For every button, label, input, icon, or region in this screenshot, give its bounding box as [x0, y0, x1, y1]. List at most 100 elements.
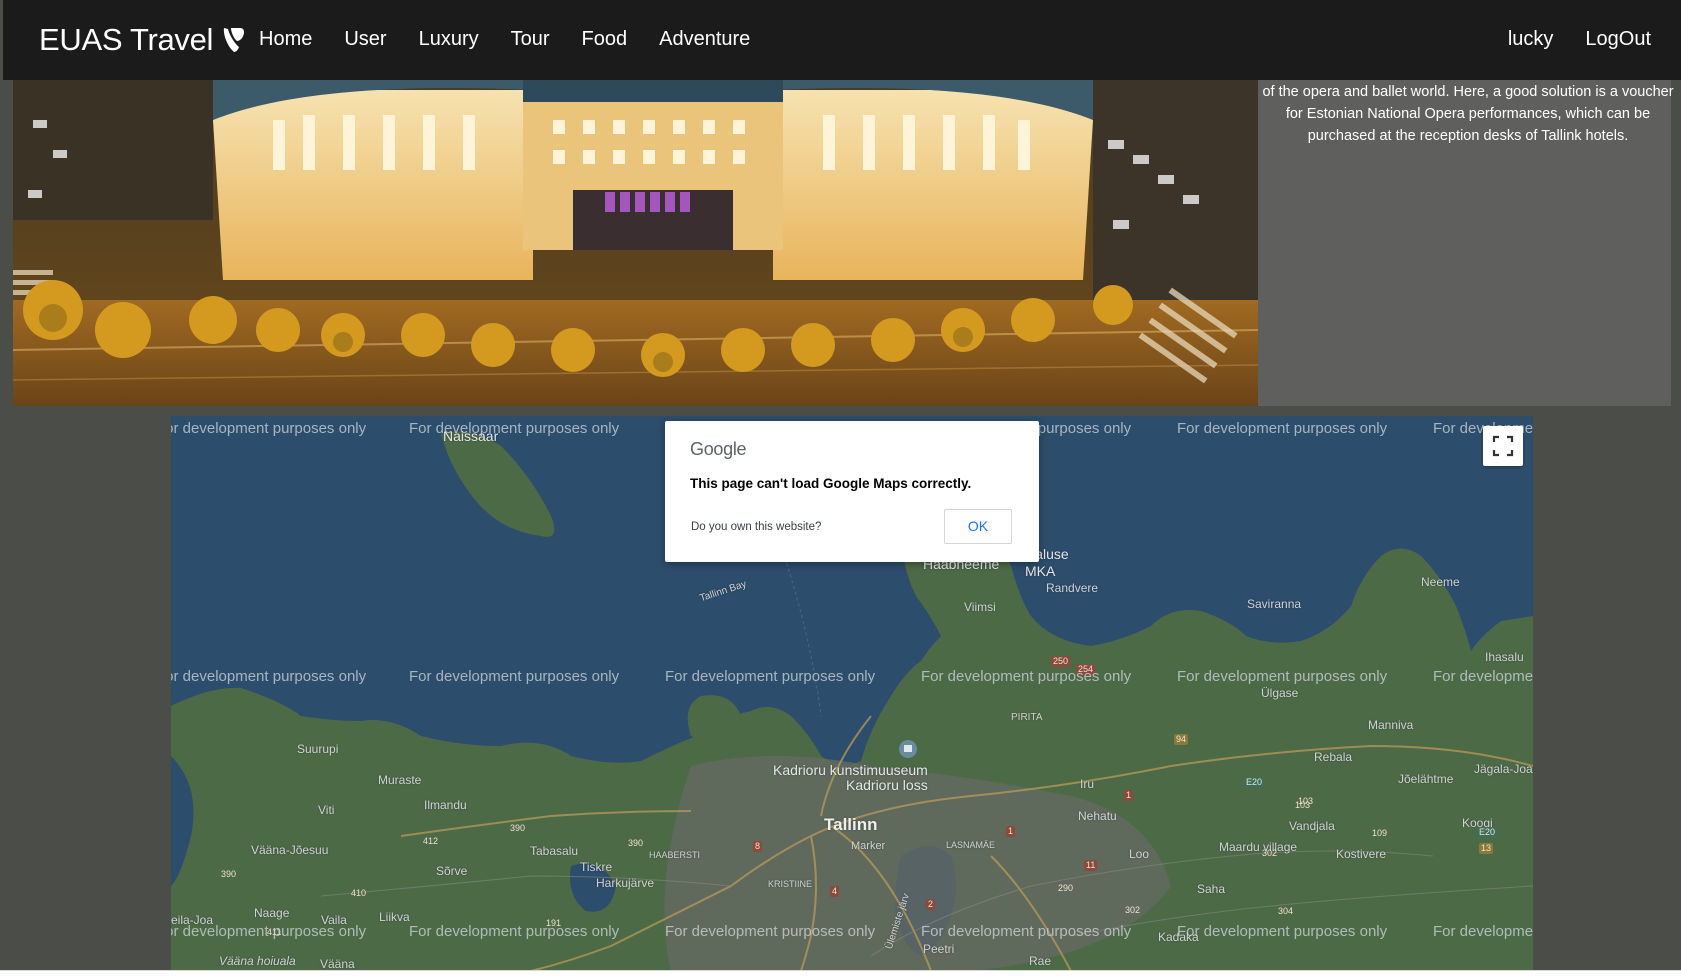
road-badge: 390	[510, 823, 526, 833]
brand-name[interactable]: EUAS Travel	[39, 22, 213, 58]
road-badge: 390	[221, 869, 237, 879]
map-label: Naage	[254, 906, 290, 920]
map-label: Manniva	[1368, 718, 1414, 732]
map-label: Muraste	[378, 773, 422, 787]
map-label: Randvere	[1046, 581, 1099, 595]
road-badge: 302	[1125, 905, 1141, 915]
map-watermark: For development purposes only	[409, 420, 620, 437]
map-label: Sõrve	[436, 864, 468, 878]
page: EUAS Travel Home User Luxury Tour Food A…	[0, 0, 1681, 971]
nav-tour[interactable]: Tour	[511, 28, 550, 51]
map-label: Marker	[851, 840, 886, 852]
nav-luxury[interactable]: Luxury	[419, 28, 479, 51]
map-label: Vääna-Jõesuu	[251, 843, 329, 857]
map-label: Kadrioru kunstimuuseum	[773, 762, 928, 778]
map-label: Loo	[1129, 847, 1150, 861]
nav-username[interactable]: lucky	[1508, 28, 1554, 51]
map-label: Rebala	[1314, 750, 1353, 764]
road-badge: 2	[926, 899, 936, 910]
typo3-logo-icon	[224, 28, 245, 52]
fullscreen-icon	[1492, 435, 1514, 457]
map-watermark: For development purposes only	[921, 668, 1132, 685]
map-label: Viti	[318, 803, 335, 817]
map-label: Vääna hoiuala	[219, 954, 296, 968]
map-label: Jõelähtme	[1398, 772, 1454, 786]
map-label: HAABERSTI	[649, 850, 701, 860]
map-watermark: For development purposes only	[1433, 923, 1533, 940]
map-watermark: For development purposes only	[1177, 668, 1388, 685]
map-label: Harkujärve	[596, 876, 655, 890]
map-watermark: For development purposes only	[665, 668, 876, 685]
opera-house-image	[13, 80, 1258, 406]
map-label: Rae	[1029, 954, 1052, 968]
google-logo: Google	[690, 439, 747, 459]
map-label: Jägala-Joa	[1474, 762, 1533, 776]
map-label: Iru	[1080, 777, 1095, 791]
map-label: Suurupi	[297, 742, 339, 756]
map-label: LASNAMÄE	[946, 840, 996, 850]
map-label: KRISTIINE	[768, 879, 813, 889]
map-label: Maardu village	[1219, 840, 1298, 854]
road-badge: 412	[423, 836, 439, 846]
road-badge: 250	[1051, 656, 1071, 667]
road-badge: 1	[1006, 826, 1016, 837]
map-watermark: For development purposes only	[1177, 420, 1388, 437]
nav-user[interactable]: User	[344, 28, 386, 51]
map-label: Nehatu	[1078, 809, 1117, 823]
navbar: EUAS Travel Home User Luxury Tour Food A…	[3, 0, 1681, 80]
own-website-text: Do you own this website?	[691, 521, 822, 533]
nav-user-area: lucky LogOut	[1476, 28, 1651, 51]
map-watermark: For development purposes only	[171, 668, 367, 685]
map-label: MKA	[1025, 563, 1056, 579]
map-label: Vandjala	[1289, 819, 1335, 833]
road-badge: 1	[1124, 790, 1134, 801]
road-badge: 109	[1372, 828, 1388, 838]
nav-logout[interactable]: LogOut	[1585, 28, 1651, 51]
maps-error-dialog: Google This page can't load Google Maps …	[665, 421, 1039, 562]
road-badge: 4	[830, 886, 840, 897]
road-badge: 8	[753, 841, 763, 852]
map-label: Neeme	[1421, 575, 1460, 589]
road-badge: 11	[1084, 860, 1098, 871]
map-watermark: For development purposes only	[171, 923, 367, 940]
map-label: Saviranna	[1247, 597, 1302, 611]
road-badge: 13	[1479, 843, 1494, 854]
hero-description: of the opera and ballet world. Here, a g…	[1262, 84, 1674, 144]
nav-food[interactable]: Food	[582, 28, 628, 51]
road-badge: 410	[351, 888, 367, 898]
map-watermark: For development purposes only	[409, 668, 620, 685]
map-watermark: For development purposes only	[665, 923, 876, 940]
road-badge: 290	[1058, 883, 1074, 893]
map-label: Peetri	[923, 942, 955, 956]
map-label: Ilmandu	[424, 798, 467, 812]
map-watermark: For development purposes only	[1433, 668, 1533, 685]
nav-adventure[interactable]: Adventure	[659, 28, 750, 51]
map-label: PIRITA	[1011, 712, 1043, 723]
road-badge: 103	[1295, 800, 1311, 810]
map-label: Tallinn	[824, 815, 878, 834]
road-badge: 304	[1278, 906, 1294, 916]
map-label: Kostivere	[1336, 847, 1387, 861]
nav-home[interactable]: Home	[259, 28, 312, 51]
map-label: Vääna	[320, 957, 355, 971]
map-label: Viimsi	[964, 600, 996, 614]
page-bottom	[0, 970, 1681, 979]
map-label: Saha	[1197, 882, 1226, 896]
map-watermark: For development purposes only	[171, 420, 367, 437]
map-label: Tabasalu	[530, 844, 579, 858]
map-label: Liikva	[379, 910, 410, 924]
maps-error-message: This page can't load Google Maps correct…	[690, 476, 972, 491]
fullscreen-button[interactable]	[1483, 426, 1523, 466]
map-label: Tiskre	[580, 860, 613, 874]
brand[interactable]: EUAS Travel	[39, 22, 247, 58]
map-label: Ülgase	[1261, 686, 1299, 700]
ok-button[interactable]: OK	[944, 509, 1012, 544]
map-watermark: For development purposes only	[1177, 923, 1388, 940]
map-watermark: For development purposes only	[409, 923, 620, 940]
hero-section: of the opera and ballet world. Here, a g…	[13, 80, 1674, 406]
road-badge: E20	[1477, 827, 1498, 838]
road-badge: E20	[1244, 777, 1265, 788]
map-label: Ihasalu	[1485, 650, 1524, 664]
map-label: Kadrioru loss	[846, 777, 928, 793]
nav-links: Home User Luxury Tour Food Adventure	[259, 28, 782, 51]
